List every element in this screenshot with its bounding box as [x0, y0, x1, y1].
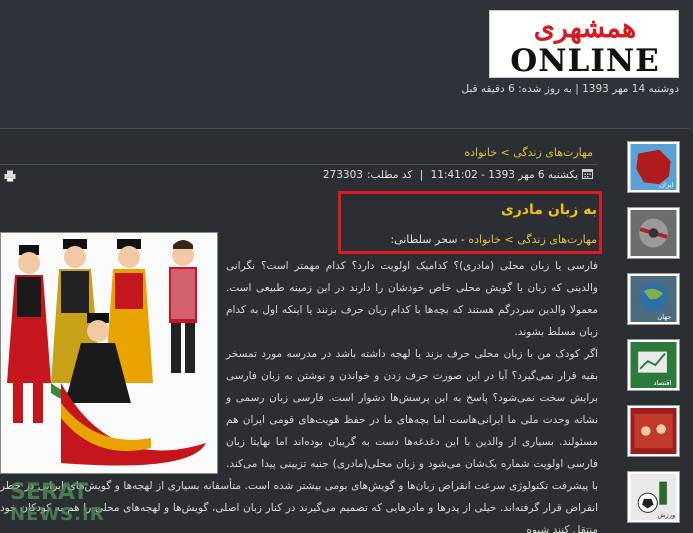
sidebar-thumb-sports[interactable]: ورزش [627, 471, 680, 523]
calendar-icon [582, 168, 593, 182]
sidebar-thumb-economy[interactable]: اقتصاد [627, 339, 680, 391]
photo-spacer [0, 255, 226, 475]
article-title: به زبان مادری [500, 202, 597, 218]
breadcrumb[interactable]: مهارت‌های زندگی > خانواده [464, 146, 593, 159]
thumb-caption: ایران [659, 181, 673, 189]
sidebar-thumb-world[interactable]: جهان [627, 273, 680, 325]
sidebar-thumb-2[interactable] [627, 207, 680, 259]
divider [0, 164, 598, 165]
article-code-label: کد مطلب: [366, 169, 413, 181]
article-date: یکشنبه 6 مهر 1393 - 11:41:02 [430, 169, 578, 181]
header-dateline: دوشنبه 14 مهر 1393 | به روز شده: 6 دقیقه… [461, 83, 679, 95]
logo-english-text: ONLINE [510, 43, 660, 79]
byline-author: - سحر سلطانی: [390, 233, 469, 246]
sidebar-thumb-iran[interactable]: ایران [627, 141, 680, 193]
article-meta: یکشنبه 6 مهر 1393 - 11:41:02 | کد مطلب: … [323, 168, 593, 182]
article-byline: مهارت‌های زندگی > خانواده - سحر سلطانی: [390, 233, 597, 246]
sidebar-thumb-5[interactable] [627, 405, 680, 457]
article-code: 273303 [322, 169, 363, 181]
article-body: فارسی یا زبان محلی (مادری)؟ کدامیک اولوی… [0, 255, 598, 533]
thumb-caption: ورزش [657, 511, 675, 519]
byline-category-link[interactable]: مهارت‌های زندگی > خانواده [468, 233, 597, 246]
thumb-caption: اقتصاد [654, 379, 672, 387]
thumb-caption: جهان [657, 313, 671, 321]
logo-persian-text: همشهری [533, 12, 637, 44]
print-icon[interactable] [4, 167, 16, 182]
meta-separator: | [416, 169, 427, 181]
site-logo[interactable]: همشهری ONLINE [489, 10, 679, 79]
